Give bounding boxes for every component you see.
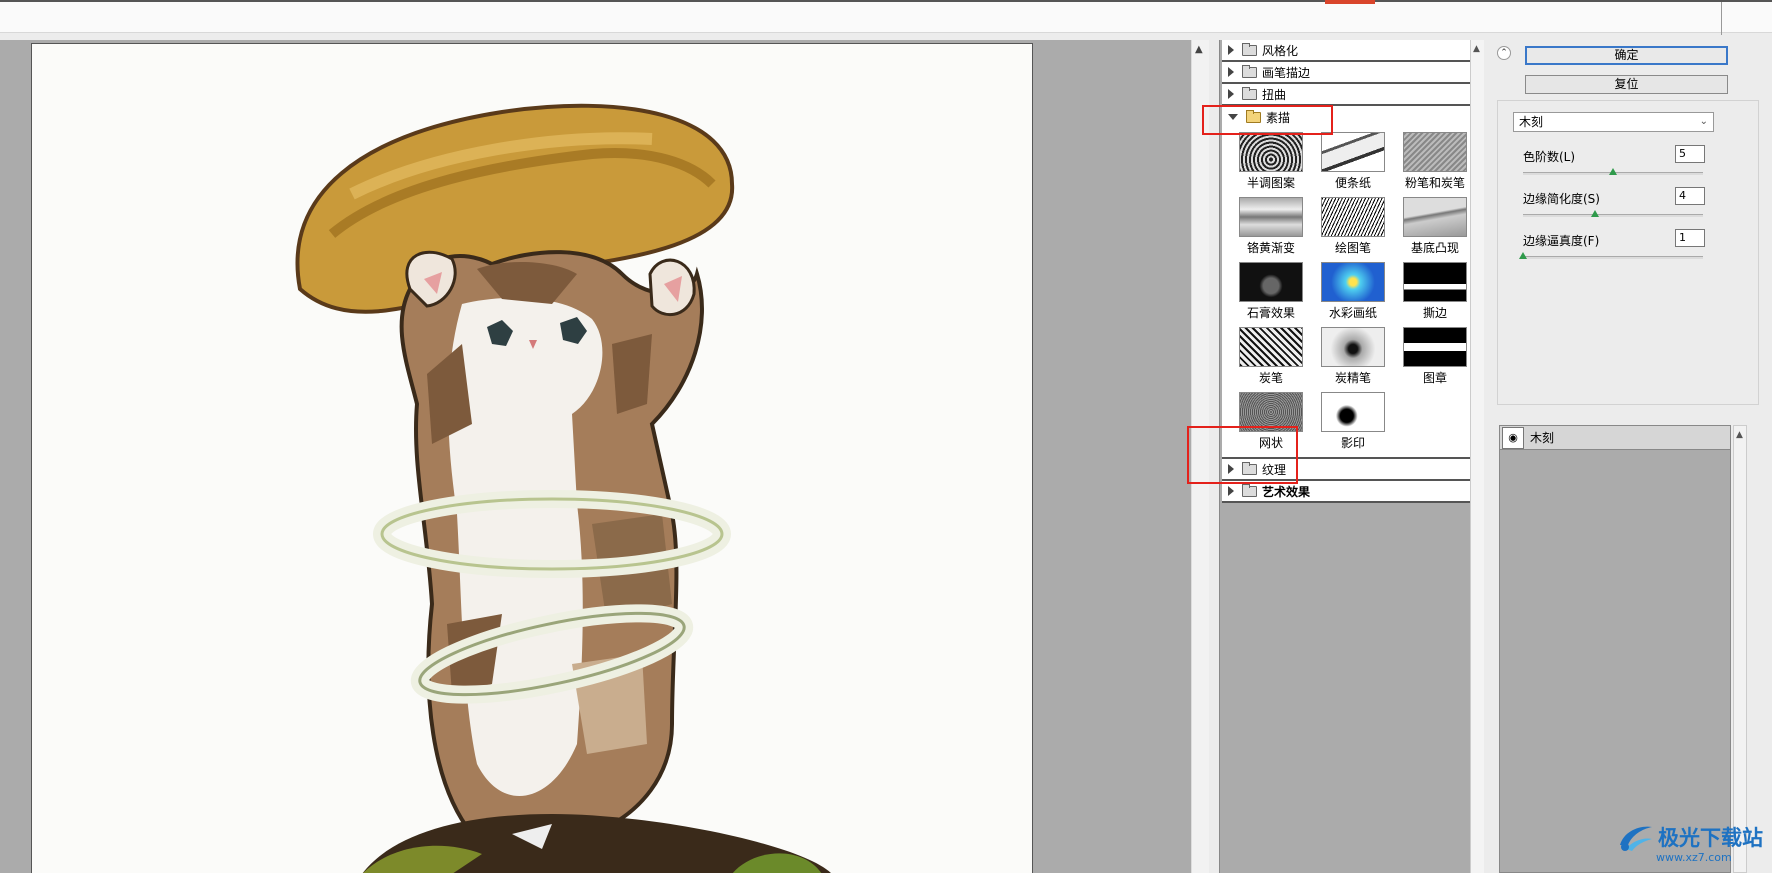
slider-knob[interactable] (1591, 210, 1599, 217)
effect-layer-item[interactable]: ◉ 木刻 (1500, 426, 1730, 450)
filter-charcoal[interactable]: 炭笔 (1230, 327, 1312, 386)
filter-thumbnail[interactable] (1321, 327, 1385, 367)
param-edge-simplicity: 边缘简化度(S) 4 (1523, 187, 1723, 217)
eye-icon[interactable]: ◉ (1502, 426, 1524, 449)
layers-scrollbar[interactable]: ▲ (1733, 425, 1747, 873)
filter-thumbnail[interactable] (1321, 392, 1385, 432)
watermark: 极光下载站 www.xz7.com (1616, 817, 1763, 864)
folder-icon (1242, 42, 1257, 56)
expand-arrow-icon[interactable] (1228, 67, 1234, 77)
levels-input[interactable]: 5 (1675, 145, 1705, 163)
filter-settings-panel: ⌃ 确定 复位 木刻 ⌄ 色阶数(L) 5 边缘简化度(S) 4 边缘逼真度(F… (1485, 40, 1772, 873)
filter-bas-relief[interactable]: 基底凸现 (1394, 197, 1476, 256)
scroll-up-icon[interactable]: ▲ (1195, 44, 1203, 55)
window-divider (1721, 2, 1722, 35)
filter-thumbnail[interactable] (1239, 262, 1303, 302)
filter-torn-edges[interactable]: 撕边 (1394, 262, 1476, 321)
settings-group (1497, 100, 1759, 405)
filter-thumbnail[interactable] (1239, 132, 1303, 172)
edge-fidelity-input[interactable]: 1 (1675, 229, 1705, 247)
filter-thumbnail[interactable] (1321, 262, 1385, 302)
ok-button[interactable]: 确定 (1525, 46, 1728, 65)
levels-slider[interactable] (1523, 168, 1703, 175)
close-button-edge[interactable] (1325, 0, 1375, 4)
param-levels: 色阶数(L) 5 (1523, 145, 1723, 175)
scroll-up-icon[interactable]: ▲ (1473, 44, 1480, 54)
filter-stamp[interactable]: 图章 (1394, 327, 1476, 386)
param-edge-fidelity: 边缘逼真度(F) 1 (1519, 229, 1723, 259)
edge-simplicity-slider[interactable] (1523, 210, 1703, 217)
filter-plaster[interactable]: 石膏效果 (1230, 262, 1312, 321)
cat-mushroom-illustration (295, 103, 831, 873)
folder-icon (1242, 86, 1257, 100)
category-stylize[interactable]: 风格化 (1222, 40, 1470, 62)
highlight-reticulation-filter (1187, 426, 1298, 484)
scroll-up-icon[interactable]: ▲ (1734, 430, 1743, 440)
filter-thumbnail[interactable] (1403, 262, 1467, 302)
filter-chalk-charcoal[interactable]: 粉笔和炭笔 (1394, 132, 1476, 191)
edge-simplicity-input[interactable]: 4 (1675, 187, 1705, 205)
filter-thumbnail[interactable] (1239, 197, 1303, 237)
highlight-sketch-category (1202, 105, 1333, 135)
category-artistic[interactable]: 艺术效果 (1222, 481, 1470, 503)
filter-conte-crayon[interactable]: 炭精笔 (1312, 327, 1394, 386)
chevron-down-icon[interactable]: ⌄ (1700, 113, 1708, 131)
top-bar (0, 0, 1772, 35)
filter-select[interactable]: 木刻 ⌄ (1513, 112, 1714, 132)
category-distort[interactable]: 扭曲 (1222, 84, 1470, 106)
filter-chrome[interactable]: 铬黄渐变 (1230, 197, 1312, 256)
watermark-logo-icon (1620, 826, 1652, 851)
gallery-scrollbar[interactable]: ▲ (1470, 40, 1484, 873)
preview-area[interactable] (0, 40, 1198, 873)
reset-button[interactable]: 复位 (1525, 75, 1728, 94)
preview-canvas[interactable] (31, 43, 1033, 873)
filter-thumbnail[interactable] (1321, 132, 1385, 172)
folder-icon (1242, 483, 1257, 497)
filter-halftone-pattern[interactable]: 半调图案 (1230, 132, 1312, 191)
filter-thumbnail[interactable] (1239, 327, 1303, 367)
filter-thumbnail[interactable] (1403, 132, 1467, 172)
slider-knob[interactable] (1519, 252, 1527, 259)
collapse-gallery-icon[interactable]: ⌃ (1497, 46, 1511, 60)
filter-thumbnail[interactable] (1321, 197, 1385, 237)
filter-photocopy[interactable]: 影印 (1312, 392, 1394, 451)
filter-water-paper[interactable]: 水彩画纸 (1312, 262, 1394, 321)
filter-note-paper[interactable]: 便条纸 (1312, 132, 1394, 191)
category-brush-strokes[interactable]: 画笔描边 (1222, 62, 1470, 84)
expand-arrow-icon[interactable] (1228, 45, 1234, 55)
sketch-filter-grid: 半调图案 便条纸 粉笔和炭笔 铬黄渐变 绘图笔 基底凸现 石膏效果 水彩画纸 撕… (1222, 128, 1470, 459)
edge-fidelity-slider[interactable] (1519, 252, 1703, 259)
expand-arrow-icon[interactable] (1228, 89, 1234, 99)
folder-icon (1242, 64, 1257, 78)
slider-knob[interactable] (1609, 168, 1617, 175)
effect-layers-list: ◉ 木刻 (1499, 425, 1731, 873)
filter-thumbnail[interactable] (1403, 197, 1467, 237)
filter-graphic-pen[interactable]: 绘图笔 (1312, 197, 1394, 256)
expand-arrow-icon[interactable] (1228, 486, 1234, 496)
filter-thumbnail[interactable] (1403, 327, 1467, 367)
